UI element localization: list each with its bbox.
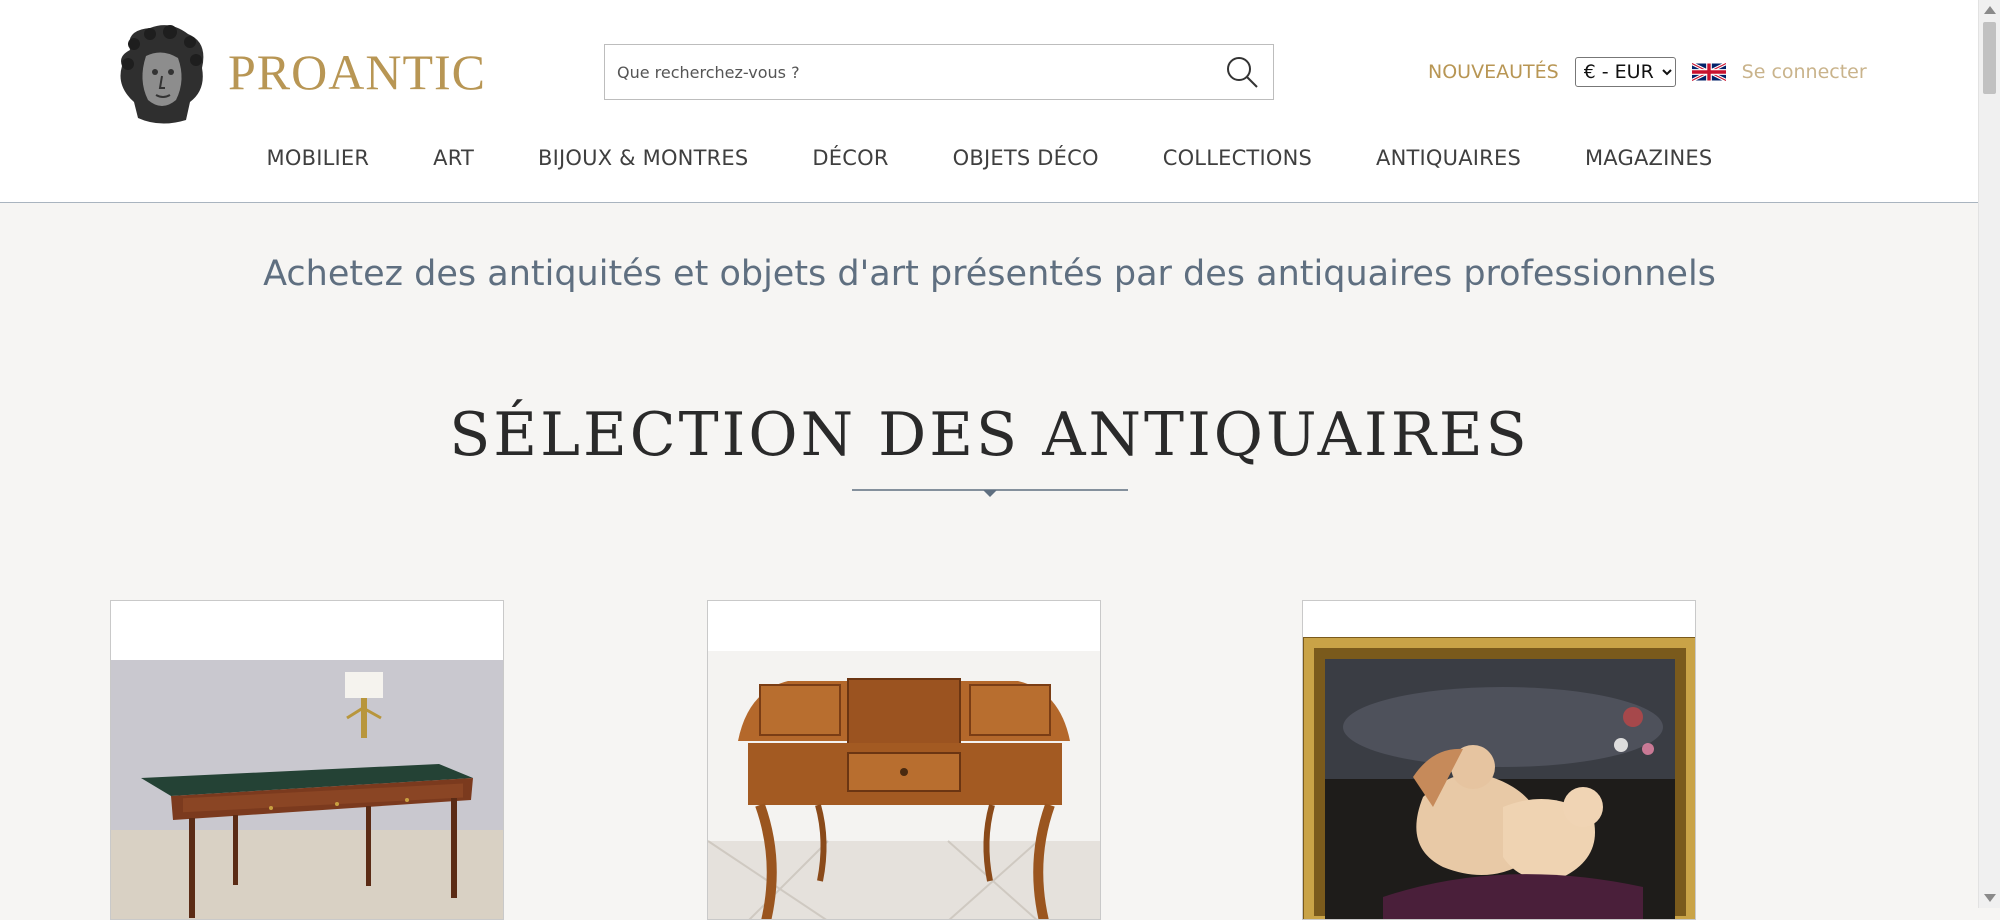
nav-item-objets-deco[interactable]: OBJETS DÉCO: [953, 146, 1099, 170]
page-scrollbar[interactable]: [1978, 0, 2000, 908]
nav-item-mobilier[interactable]: MOBILIER: [267, 146, 370, 170]
product-card-vanity-table[interactable]: [707, 600, 1101, 920]
uk-flag-icon[interactable]: [1691, 60, 1726, 84]
section-divider: [852, 489, 1128, 497]
page-tagline: Achetez des antiquités et objets d'art p…: [263, 254, 1716, 294]
product-card-painting[interactable]: [1302, 600, 1696, 920]
nav-item-collections[interactable]: COLLECTIONS: [1163, 146, 1312, 170]
logo-head-icon: [120, 25, 204, 124]
painting-image: [1303, 637, 1695, 919]
search-input[interactable]: [605, 45, 1205, 99]
scroll-up-icon[interactable]: [1984, 6, 1996, 14]
main-nav: MOBILIER ART BIJOUX & MONTRES DÉCOR OBJE…: [0, 146, 1979, 170]
nav-item-antiquaires[interactable]: ANTIQUAIRES: [1376, 146, 1521, 170]
nav-item-art[interactable]: ART: [433, 146, 474, 170]
product-card-desk[interactable]: [110, 600, 504, 920]
nav-item-magazines[interactable]: MAGAZINES: [1585, 146, 1712, 170]
scroll-thumb[interactable]: [1983, 22, 1996, 94]
section-title: SÉLECTION DES ANTIQUAIRES: [449, 400, 1530, 470]
scroll-down-icon[interactable]: [1984, 894, 1996, 902]
nav-item-bijoux-montres[interactable]: BIJOUX & MONTRES: [538, 146, 748, 170]
nav-item-decor[interactable]: DÉCOR: [812, 146, 888, 170]
currency-select[interactable]: € - EUR: [1574, 57, 1676, 87]
logo-link[interactable]: PROANTIC: [110, 20, 486, 124]
header-actions: NOUVEAUTÉS € - EUR Se connecter: [1428, 56, 1867, 88]
search-bar: [604, 44, 1274, 100]
desk-image: [111, 660, 503, 919]
search-icon[interactable]: [1225, 55, 1259, 89]
vanity-table-image: [708, 651, 1100, 919]
new-arrivals-link[interactable]: NOUVEAUTÉS: [1428, 61, 1559, 83]
site-header: PROANTIC NOUVEAUTÉS € - EUR Se connecter…: [0, 0, 1979, 203]
brand-name: PROANTIC: [228, 44, 487, 100]
login-link[interactable]: Se connecter: [1742, 61, 1867, 83]
